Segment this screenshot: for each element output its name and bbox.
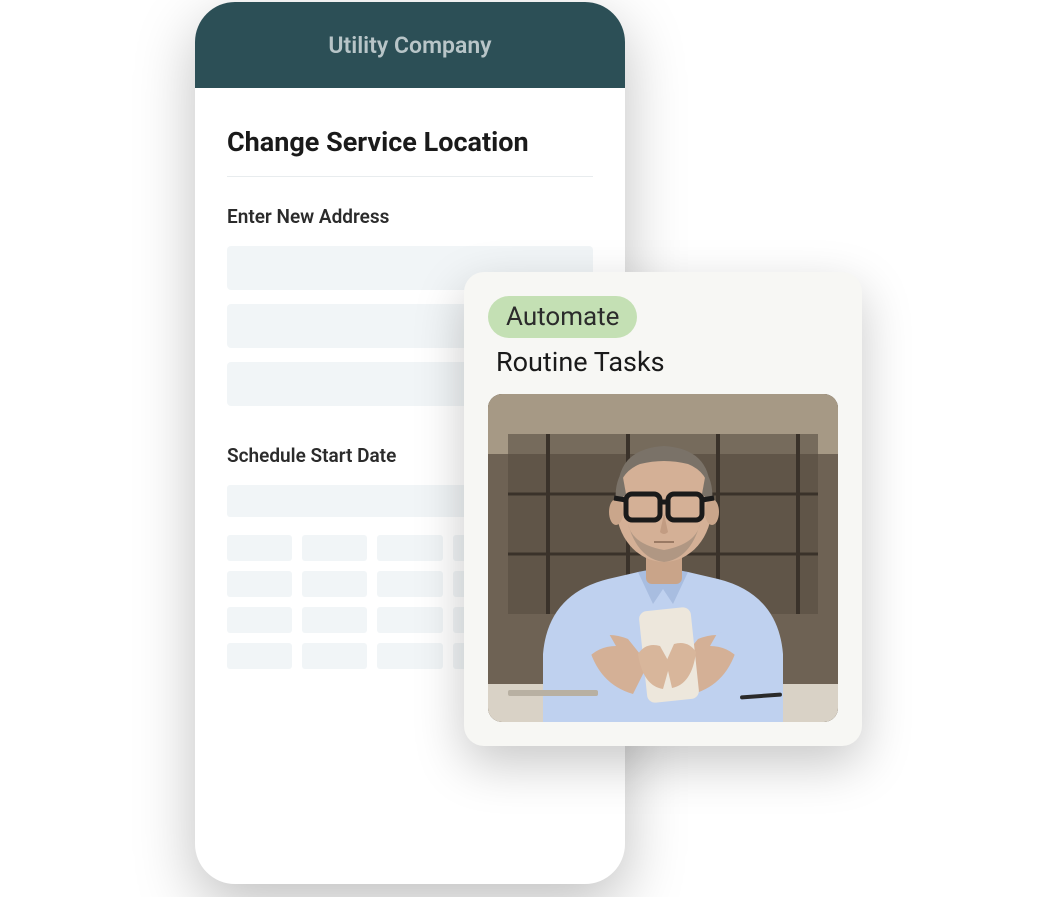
app-header-title: Utility Company <box>328 32 491 59</box>
calendar-cell[interactable] <box>227 535 292 561</box>
calendar-cell[interactable] <box>302 643 367 669</box>
divider <box>227 176 593 177</box>
feature-card: Automate Routine Tasks <box>464 272 862 746</box>
app-header: Utility Company <box>195 2 625 88</box>
calendar-cell[interactable] <box>227 607 292 633</box>
calendar-cell[interactable] <box>302 607 367 633</box>
calendar-cell[interactable] <box>377 607 442 633</box>
feature-subtext: Routine Tasks <box>496 346 838 378</box>
calendar-cell[interactable] <box>377 535 442 561</box>
person-phone-illustration <box>488 394 838 722</box>
feature-photo <box>488 394 838 722</box>
calendar-cell[interactable] <box>227 643 292 669</box>
calendar-cell[interactable] <box>377 571 442 597</box>
calendar-cell[interactable] <box>377 643 442 669</box>
calendar-cell[interactable] <box>302 571 367 597</box>
calendar-cell[interactable] <box>227 571 292 597</box>
page-title: Change Service Location <box>227 126 593 158</box>
address-section-label: Enter New Address <box>227 205 593 228</box>
feature-badge: Automate <box>488 296 637 338</box>
calendar-cell[interactable] <box>302 535 367 561</box>
